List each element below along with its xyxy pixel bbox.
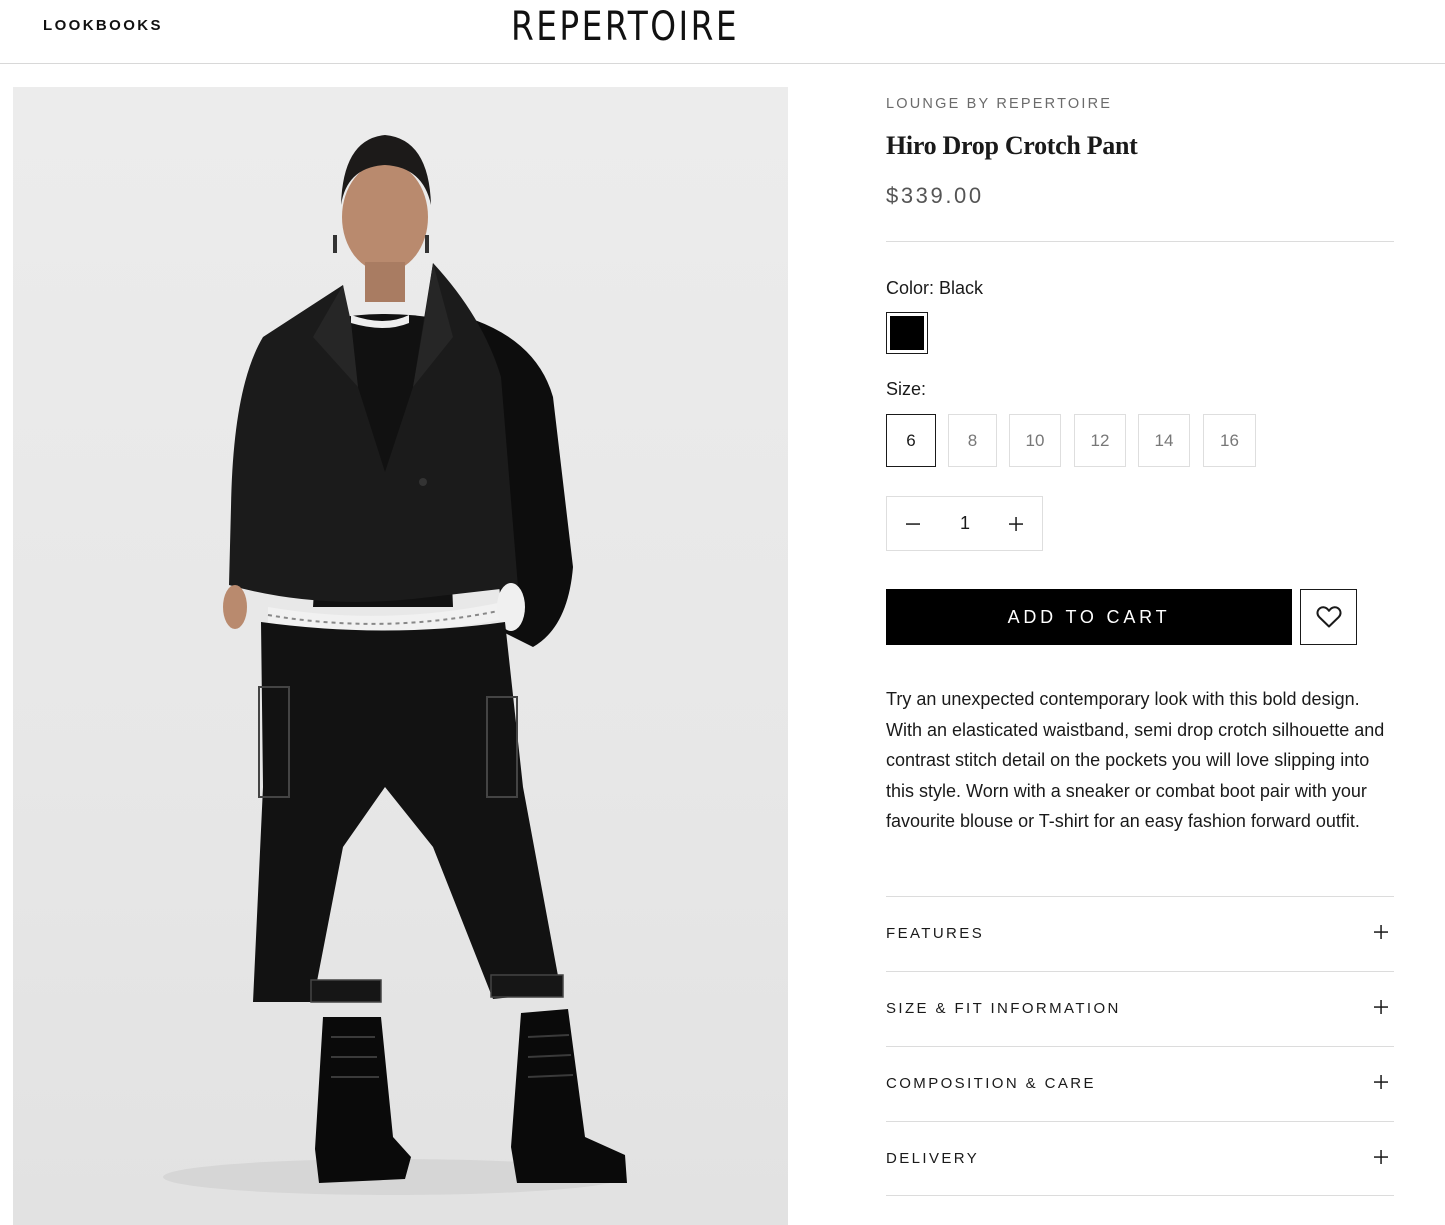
product-price: $339.00	[886, 183, 984, 208]
accordion-features[interactable]: FEATURES	[886, 896, 1394, 971]
divider	[886, 241, 1394, 242]
plus-icon	[1374, 1075, 1388, 1089]
product-title: Hiro Drop Crotch Pant	[886, 131, 1138, 160]
site-logo[interactable]: REPERTOIRE	[511, 4, 739, 50]
color-label: Color: Black	[886, 278, 984, 298]
minus-icon	[906, 522, 920, 525]
model-photo	[163, 135, 627, 1195]
product-description: Try an unexpected contemporary look with…	[886, 689, 1385, 831]
quantity-stepper	[886, 496, 1043, 551]
heart-icon	[1315, 606, 1342, 628]
size-option-8[interactable]: 8	[948, 414, 997, 467]
nav-link-lookbooks[interactable]: LOOKBOOKS	[43, 17, 163, 34]
product-vendor[interactable]: LOUNGE BY REPERTOIRE	[886, 96, 1112, 112]
product-image[interactable]	[13, 87, 788, 1225]
accordion-label: COMPOSITION & CARE	[886, 1075, 1096, 1092]
size-option-6[interactable]: 6	[886, 414, 936, 467]
accordion-label: FEATURES	[886, 925, 985, 942]
quantity-decrease-button[interactable]	[887, 497, 939, 550]
size-option-14[interactable]: 14	[1138, 414, 1190, 467]
wishlist-button[interactable]	[1300, 589, 1357, 645]
swatch-fill	[890, 316, 924, 350]
plus-icon	[1374, 1150, 1388, 1164]
accordion-label: SIZE & FIT INFORMATION	[886, 1000, 1121, 1017]
quantity-increase-button[interactable]	[990, 497, 1042, 550]
color-swatch-black[interactable]	[886, 312, 928, 354]
product-accordion: FEATURES SIZE & FIT INFORMATION COMPOSIT…	[886, 896, 1394, 1196]
size-label: Size:	[886, 379, 927, 399]
size-option-10[interactable]: 10	[1009, 414, 1061, 467]
plus-icon	[1374, 925, 1388, 939]
size-option-12[interactable]: 12	[1074, 414, 1126, 467]
size-option-16[interactable]: 16	[1203, 414, 1256, 467]
quantity-input[interactable]	[939, 497, 991, 550]
plus-icon	[1009, 516, 1023, 531]
accordion-label: DELIVERY	[886, 1150, 980, 1167]
accordion-composition-care[interactable]: COMPOSITION & CARE	[886, 1046, 1394, 1121]
site-header: LOOKBOOKS REPERTOIRE	[0, 0, 1445, 64]
plus-icon	[1374, 1000, 1388, 1014]
accordion-size-fit[interactable]: SIZE & FIT INFORMATION	[886, 971, 1394, 1046]
accordion-delivery[interactable]: DELIVERY	[886, 1121, 1394, 1196]
add-to-cart-button[interactable]: ADD TO CART	[886, 589, 1292, 645]
